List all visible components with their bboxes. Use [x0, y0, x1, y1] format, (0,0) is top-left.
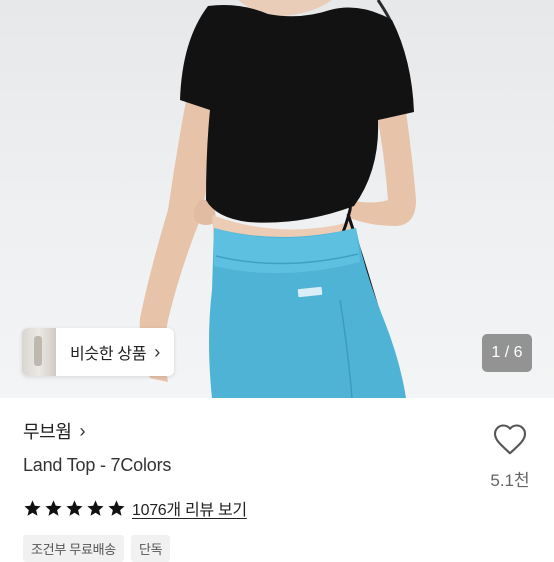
rating-stars — [23, 499, 126, 518]
product-title: Land Top - 7Colors — [23, 455, 172, 475]
star-icon — [45, 499, 62, 516]
similar-products-label: 비슷한 상품 — [70, 346, 147, 363]
product-tags: 조건부 무료배송 단독 — [23, 535, 171, 562]
tag-free-shipping: 조건부 무료배송 — [23, 535, 124, 562]
heart-outline-icon[interactable] — [492, 422, 528, 456]
star-icon — [87, 499, 104, 516]
similar-products-button[interactable]: 비슷한 상품 › — [22, 328, 175, 376]
star-icon — [108, 499, 125, 516]
brand-name: 무브웜 — [23, 422, 72, 442]
chevron-right-icon: › — [154, 341, 161, 362]
product-image[interactable]: 비슷한 상품 › 1 / 6 — [0, 0, 554, 398]
rating-row: 1076개 리뷰 보기 — [23, 496, 247, 520]
star-icon — [66, 499, 83, 516]
similar-product-thumbnail — [22, 328, 56, 376]
brand-link[interactable]: 무브웜 › — [23, 418, 85, 444]
chevron-right-icon: › — [79, 420, 86, 441]
like-count: 5.1천 — [490, 471, 530, 490]
star-icon — [24, 499, 41, 516]
image-page-indicator: 1 / 6 — [482, 334, 532, 372]
review-link[interactable]: 1076개 리뷰 보기 — [132, 496, 247, 520]
tag-exclusive: 단독 — [130, 535, 171, 562]
